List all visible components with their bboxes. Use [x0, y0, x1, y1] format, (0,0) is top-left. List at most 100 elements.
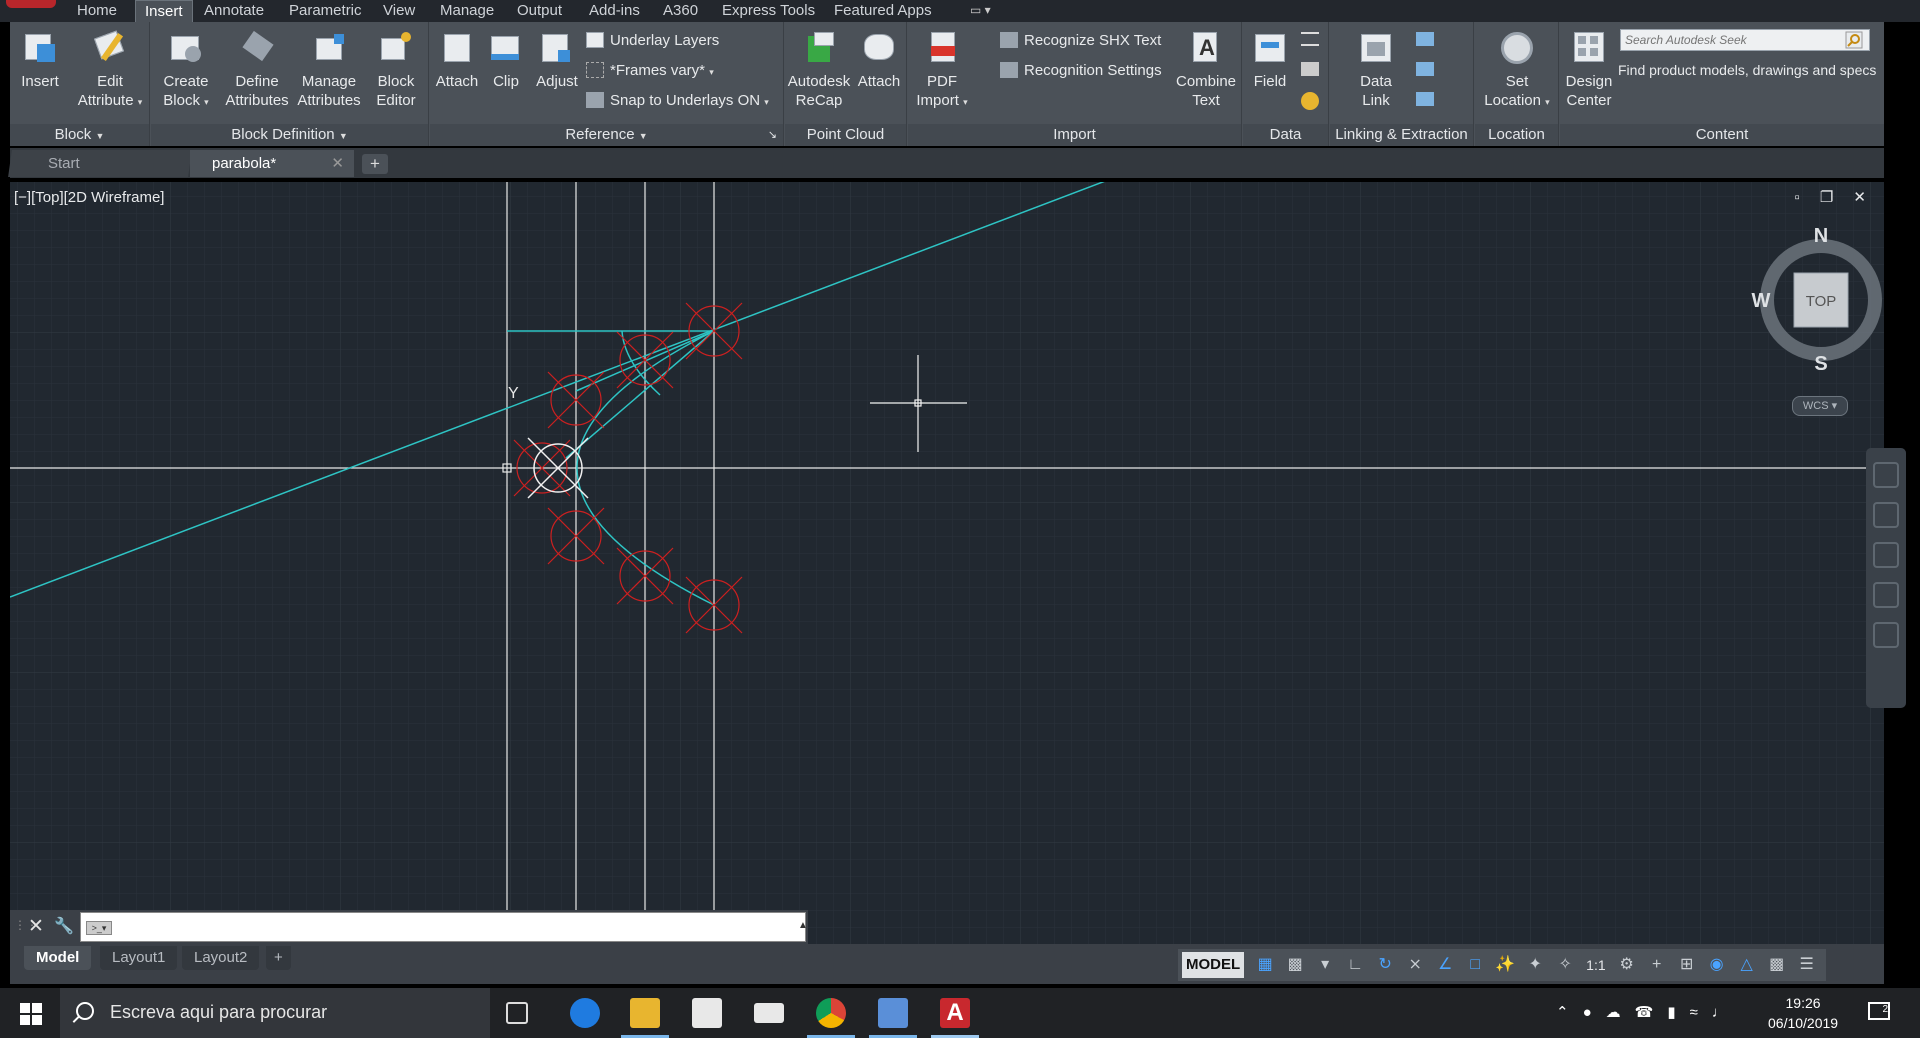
workspace-gear-icon[interactable]: ⚙ — [1617, 955, 1637, 975]
download-source-icon[interactable] — [1416, 62, 1434, 76]
wcs-menu[interactable]: WCS ▾ — [1792, 396, 1848, 416]
taskbar-search-box[interactable]: Escreva aqui para procurar — [60, 988, 490, 1038]
autocad-app-icon[interactable]: A — [940, 998, 970, 1028]
command-input[interactable] — [80, 912, 806, 942]
edit-attribute-button[interactable]: Edit Attribute ▾ — [72, 30, 148, 112]
pdf-import-button[interactable]: PDF Import ▾ — [908, 30, 976, 112]
windows-start-button[interactable] — [20, 1003, 42, 1025]
ortho-icon[interactable]: ∟ — [1345, 955, 1365, 975]
tab-view[interactable]: View — [374, 0, 424, 22]
close-tab-icon[interactable]: ✕ — [331, 150, 344, 177]
store-icon[interactable] — [692, 998, 722, 1028]
design-center-button[interactable]: Design Center — [1560, 30, 1618, 110]
set-location-button[interactable]: Set Location ▾ — [1479, 30, 1555, 112]
task-view-icon[interactable] — [506, 1002, 528, 1024]
tab-manage[interactable]: Manage — [431, 0, 503, 22]
clip-button[interactable]: Clip — [482, 30, 530, 91]
system-tray-icons[interactable]: ⌃●☁☎▮≈♩ — [1556, 1003, 1741, 1021]
tab-home[interactable]: Home — [68, 0, 126, 22]
navigation-bar[interactable] — [1866, 448, 1906, 708]
autodesk-seek-search-input[interactable] — [1620, 29, 1870, 51]
orbit-icon[interactable] — [1873, 582, 1899, 608]
quick-properties-icon[interactable]: ◉ — [1707, 955, 1727, 975]
units-icon[interactable]: ⊞ — [1677, 955, 1697, 975]
panel-title-block[interactable]: Block ▼ — [10, 124, 149, 146]
annotation-visibility-icon[interactable]: ✨ — [1495, 955, 1515, 975]
tab-a360[interactable]: A360 — [654, 0, 707, 22]
viewport-window-controls[interactable]: ▫ ❐ ✕ — [1794, 188, 1874, 206]
command-prompt-icon[interactable]: >_▾ — [86, 921, 112, 935]
block-editor-button[interactable]: Block Editor — [365, 30, 427, 110]
showmotion-icon[interactable] — [1873, 622, 1899, 648]
annotation-scale-value[interactable]: 1:1 — [1586, 957, 1605, 973]
recognize-shx-text-button[interactable]: Recognize SHX Text — [1000, 30, 1161, 52]
mail-icon[interactable] — [754, 1003, 784, 1023]
auto-scale-icon[interactable]: ✦ — [1525, 955, 1545, 975]
seek-search-icon[interactable] — [1844, 30, 1864, 50]
adjust-button[interactable]: Adjust — [530, 30, 584, 91]
viewport-controls-label[interactable]: [−][Top][2D Wireframe] — [14, 189, 164, 206]
recognition-settings-button[interactable]: Recognition Settings — [1000, 60, 1162, 82]
layout-tab-layout2[interactable]: Layout2 — [182, 946, 260, 970]
file-explorer-icon[interactable] — [630, 998, 660, 1028]
update-fields-icon[interactable] — [1301, 32, 1319, 46]
tab-output[interactable]: Output — [508, 0, 571, 22]
taskbar-clock[interactable]: 19:26 06/10/2019 — [1768, 993, 1838, 1033]
field-button[interactable]: Field — [1245, 30, 1295, 91]
snap-menu-chevron-icon[interactable]: ▾ — [1315, 955, 1335, 975]
lock-ui-icon[interactable]: △ — [1737, 955, 1757, 975]
hyperlink-icon[interactable] — [1301, 92, 1319, 110]
tab-add-ins[interactable]: Add-ins — [580, 0, 649, 22]
file-tab-start[interactable]: Start — [8, 150, 192, 177]
command-history-arrow-icon[interactable]: ▲ — [798, 920, 808, 931]
autodesk-recap-button[interactable]: Autodesk ReCap — [785, 30, 853, 110]
drawing-canvas[interactable]: Y TOP N S E W — [10, 182, 1884, 944]
new-tab-button[interactable]: + — [362, 154, 388, 174]
notification-center-icon[interactable]: 2 — [1868, 1002, 1890, 1020]
close-command-line-icon[interactable]: ✕ — [28, 915, 44, 938]
application-menu-logo[interactable] — [6, 0, 56, 8]
annotation-monitor-icon[interactable]: + — [1647, 955, 1667, 975]
tab-insert[interactable]: Insert — [135, 0, 193, 22]
compass-east-label[interactable]: E — [1883, 290, 1884, 312]
frames-dropdown[interactable]: *Frames vary* ▾ — [586, 60, 714, 82]
viewcube-face-label[interactable]: TOP — [1806, 293, 1837, 310]
combine-text-button[interactable]: A Combine Text — [1170, 30, 1242, 110]
insert-button[interactable]: Insert — [12, 30, 68, 91]
tab-featured-apps[interactable]: Featured Apps — [825, 0, 941, 22]
steering-wheel-icon[interactable] — [1873, 462, 1899, 488]
underlay-layers-button[interactable]: Underlay Layers — [586, 30, 719, 52]
edge-browser-icon[interactable] — [570, 998, 600, 1028]
data-link-button[interactable]: Data Link — [1346, 30, 1406, 110]
tab-parametric[interactable]: Parametric — [280, 0, 371, 22]
define-attributes-button[interactable]: Define Attributes — [221, 30, 293, 110]
tab-express-tools[interactable]: Express Tools — [713, 0, 824, 22]
extract-data-icon[interactable] — [1416, 92, 1434, 106]
snap-mode-icon[interactable]: ▩ — [1285, 955, 1305, 975]
isodraft-icon[interactable]: ⨯ — [1405, 955, 1425, 975]
chrome-browser-icon[interactable] — [816, 998, 846, 1028]
upload-source-icon[interactable] — [1416, 32, 1434, 46]
model-space-button[interactable]: MODEL — [1182, 952, 1245, 978]
ribbon-minimize-button[interactable]: ▭ ▾ — [970, 3, 991, 17]
clean-screen-icon[interactable]: ▩ — [1767, 955, 1787, 975]
panel-title-block-definition[interactable]: Block Definition ▼ — [151, 124, 428, 146]
customization-menu-icon[interactable]: ☰ — [1797, 955, 1817, 975]
panel-title-reference[interactable]: Reference ▼ ↘ — [430, 124, 783, 146]
remote-app-icon[interactable] — [878, 998, 908, 1028]
object-snap-tracking-icon[interactable]: ∠ — [1435, 955, 1455, 975]
compass-south-label[interactable]: S — [1814, 353, 1827, 375]
layout-tab-layout1[interactable]: Layout1 — [100, 946, 178, 970]
annotation-scale-icon[interactable]: ✧ — [1555, 955, 1575, 975]
manage-attributes-button[interactable]: Manage Attributes — [293, 30, 365, 110]
file-tab-parabola[interactable]: parabola* ✕ — [190, 150, 354, 177]
layout-tab-model[interactable]: Model — [24, 946, 92, 970]
zoom-extents-icon[interactable] — [1873, 542, 1899, 568]
compass-west-label[interactable]: W — [1752, 290, 1771, 312]
ole-object-icon[interactable] — [1301, 62, 1319, 76]
object-snap-icon[interactable]: □ — [1465, 955, 1485, 975]
create-block-button[interactable]: Create Block ▾ — [153, 30, 219, 112]
pan-icon[interactable] — [1873, 502, 1899, 528]
grid-toggle-icon[interactable]: ▦ — [1255, 955, 1275, 975]
wrench-icon[interactable]: 🔧 — [54, 916, 74, 936]
